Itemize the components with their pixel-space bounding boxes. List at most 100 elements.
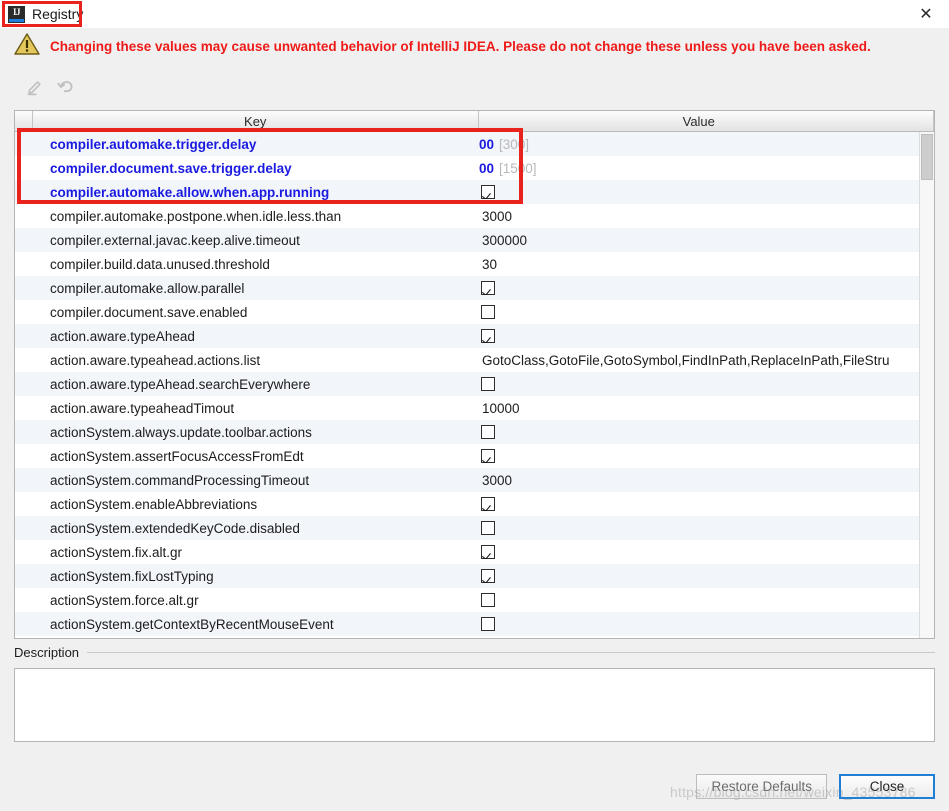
registry-value-cell[interactable] — [479, 617, 921, 631]
registry-value-cell[interactable] — [479, 329, 921, 343]
table-row[interactable]: compiler.document.save.enabled — [15, 300, 934, 324]
table-row[interactable]: actionSystem.assertFocusAccessFromEdt — [15, 444, 934, 468]
registry-value-cell[interactable]: GotoClass,GotoFile,GotoSymbol,FindInPath… — [479, 353, 921, 368]
table-row[interactable]: actionSystem.enableAbbreviations — [15, 492, 934, 516]
registry-key-cell: actionSystem.extendedKeyCode.disabled — [50, 520, 300, 536]
registry-key-cell: actionSystem.assertFocusAccessFromEdt — [50, 448, 304, 464]
table-row[interactable]: actionSystem.fix.alt.gr — [15, 540, 934, 564]
registry-key-cell: compiler.build.data.unused.threshold — [50, 256, 270, 272]
table-row[interactable]: compiler.document.save.trigger.delay 100 [… — [15, 156, 934, 180]
registry-key-cell: actionSystem.enableAbbreviations — [50, 496, 258, 512]
registry-key-cell: actionSystem.force.alt.gr — [50, 592, 199, 608]
table-header-row: Key Value — [15, 111, 934, 132]
table-row[interactable]: actionSystem.extendedKeyCode.disabled — [15, 516, 934, 540]
registry-key-cell: actionSystem.fix.alt.gr — [50, 544, 183, 560]
registry-key-cell: compiler.document.save.enabled — [50, 304, 248, 320]
table-body: compiler.automake.trigger.delay100[300]c… — [15, 132, 934, 636]
table-row[interactable]: action.aware.typeahead.actions.list GotoC… — [15, 348, 934, 372]
table-header-gutter — [15, 111, 33, 131]
registry-value-text: GotoClass,GotoFile,GotoSymbol,FindInPath… — [482, 352, 890, 368]
window-title: Registry — [32, 6, 84, 22]
close-button[interactable]: Close — [839, 774, 935, 799]
table-row[interactable]: compiler.automake.trigger.delay 100 [300] — [15, 132, 934, 156]
registry-value-cell[interactable]: 10000 — [479, 401, 921, 416]
table-header-key[interactable]: Key — [33, 111, 479, 131]
warning-triangle-icon — [14, 32, 40, 61]
table-row[interactable]: actionSystem.commandProcessingTimeout 300… — [15, 468, 934, 492]
checkbox-unchecked-icon[interactable] — [481, 593, 495, 607]
table-row[interactable]: action.aware.typeAhead.searchEverywhere — [15, 372, 934, 396]
checkbox-unchecked-icon[interactable] — [481, 305, 495, 319]
registry-key-cell: compiler.document.save.trigger.delay — [50, 160, 292, 176]
checkbox-checked-icon[interactable] — [481, 329, 495, 343]
registry-key-cell: compiler.automake.trigger.delay — [50, 136, 257, 152]
edit-value-button[interactable] — [20, 74, 50, 100]
table-row[interactable]: action.aware.typeaheadTimout 10000 — [15, 396, 934, 420]
registry-default-value: [300] — [499, 136, 530, 152]
table-row[interactable]: actionSystem.getContextByRecentMouseEven… — [15, 612, 934, 636]
table-scrollbar-thumb[interactable] — [921, 134, 933, 180]
warning-message: Changing these values may cause unwanted… — [50, 38, 871, 54]
checkbox-unchecked-icon[interactable] — [481, 617, 495, 631]
registry-table[interactable]: Key Value compiler.automake.trigger.dela… — [14, 110, 935, 639]
registry-value-cell[interactable] — [479, 569, 921, 583]
revert-value-button[interactable] — [50, 74, 80, 100]
registry-value-cell[interactable]: 30 — [479, 257, 921, 272]
registry-value-cell[interactable] — [479, 281, 921, 295]
table-header-value[interactable]: Value — [479, 111, 920, 131]
checkbox-checked-icon[interactable] — [481, 545, 495, 559]
registry-value-text: 100 — [479, 136, 494, 152]
registry-value-cell[interactable] — [479, 425, 921, 439]
registry-key-cell: compiler.automake.allow.when.app.running — [50, 184, 330, 200]
registry-value-cell[interactable]: 3000 — [479, 209, 921, 224]
checkbox-checked-icon[interactable] — [481, 569, 495, 583]
registry-key-cell: actionSystem.getContextByRecentMouseEven… — [50, 616, 334, 632]
registry-value-text: 300000 — [482, 232, 528, 248]
registry-value-cell[interactable] — [479, 305, 921, 319]
registry-value-cell[interactable] — [479, 545, 921, 559]
table-row[interactable]: compiler.automake.allow.parallel — [15, 276, 934, 300]
checkbox-checked-icon[interactable] — [481, 497, 495, 511]
registry-value-cell[interactable] — [479, 593, 921, 607]
table-row[interactable]: compiler.external.javac.keep.alive.timeo… — [15, 228, 934, 252]
registry-value-cell[interactable]: 100 [1500] — [479, 161, 921, 176]
table-row[interactable]: actionSystem.fixLostTyping — [15, 564, 934, 588]
table-header-corner — [919, 111, 934, 131]
legend-divider — [87, 651, 935, 653]
table-row[interactable]: compiler.build.data.unused.threshold 30 — [15, 252, 934, 276]
registry-key-cell: action.aware.typeAhead — [50, 328, 195, 344]
close-icon[interactable]: ✕ — [903, 0, 949, 27]
warning-banner: Changing these values may cause unwanted… — [0, 28, 949, 64]
registry-value-text: 3000 — [482, 472, 513, 488]
checkbox-checked-icon[interactable] — [481, 281, 495, 295]
checkbox-unchecked-icon[interactable] — [481, 425, 495, 439]
table-scrollbar[interactable] — [919, 132, 934, 638]
window-title-group: IJ Registry — [8, 3, 83, 25]
registry-value-cell[interactable]: 3000 — [479, 473, 921, 488]
registry-value-cell[interactable]: 300000 — [479, 233, 921, 248]
restore-defaults-button[interactable]: Restore Defaults — [696, 774, 827, 799]
registry-value-cell[interactable] — [479, 449, 921, 463]
dialog-footer: Restore Defaults Close — [696, 774, 935, 799]
checkbox-checked-icon[interactable] — [481, 449, 495, 463]
description-group: Description — [14, 644, 935, 754]
description-textarea[interactable] — [14, 668, 935, 742]
table-row[interactable]: action.aware.typeAhead — [15, 324, 934, 348]
checkbox-unchecked-icon[interactable] — [481, 377, 495, 391]
registry-value-cell[interactable] — [479, 521, 921, 535]
registry-value-text: 10000 — [482, 400, 520, 416]
registry-value-cell[interactable] — [479, 377, 921, 391]
table-row[interactable]: actionSystem.always.update.toolbar.actio… — [15, 420, 934, 444]
checkbox-checked-icon[interactable] — [481, 185, 495, 199]
description-label: Description — [14, 644, 80, 660]
registry-value-cell[interactable] — [479, 497, 921, 511]
registry-key-cell: actionSystem.commandProcessingTimeout — [50, 472, 310, 488]
registry-value-cell[interactable] — [479, 185, 921, 199]
table-row[interactable]: compiler.automake.allow.when.app.running — [15, 180, 934, 204]
registry-value-cell[interactable]: 100 [300] — [479, 137, 921, 152]
table-row[interactable]: actionSystem.force.alt.gr — [15, 588, 934, 612]
registry-default-value: [1500] — [499, 160, 537, 176]
table-row[interactable]: compiler.automake.postpone.when.idle.les… — [15, 204, 934, 228]
description-legend: Description — [14, 644, 935, 660]
checkbox-unchecked-icon[interactable] — [481, 521, 495, 535]
